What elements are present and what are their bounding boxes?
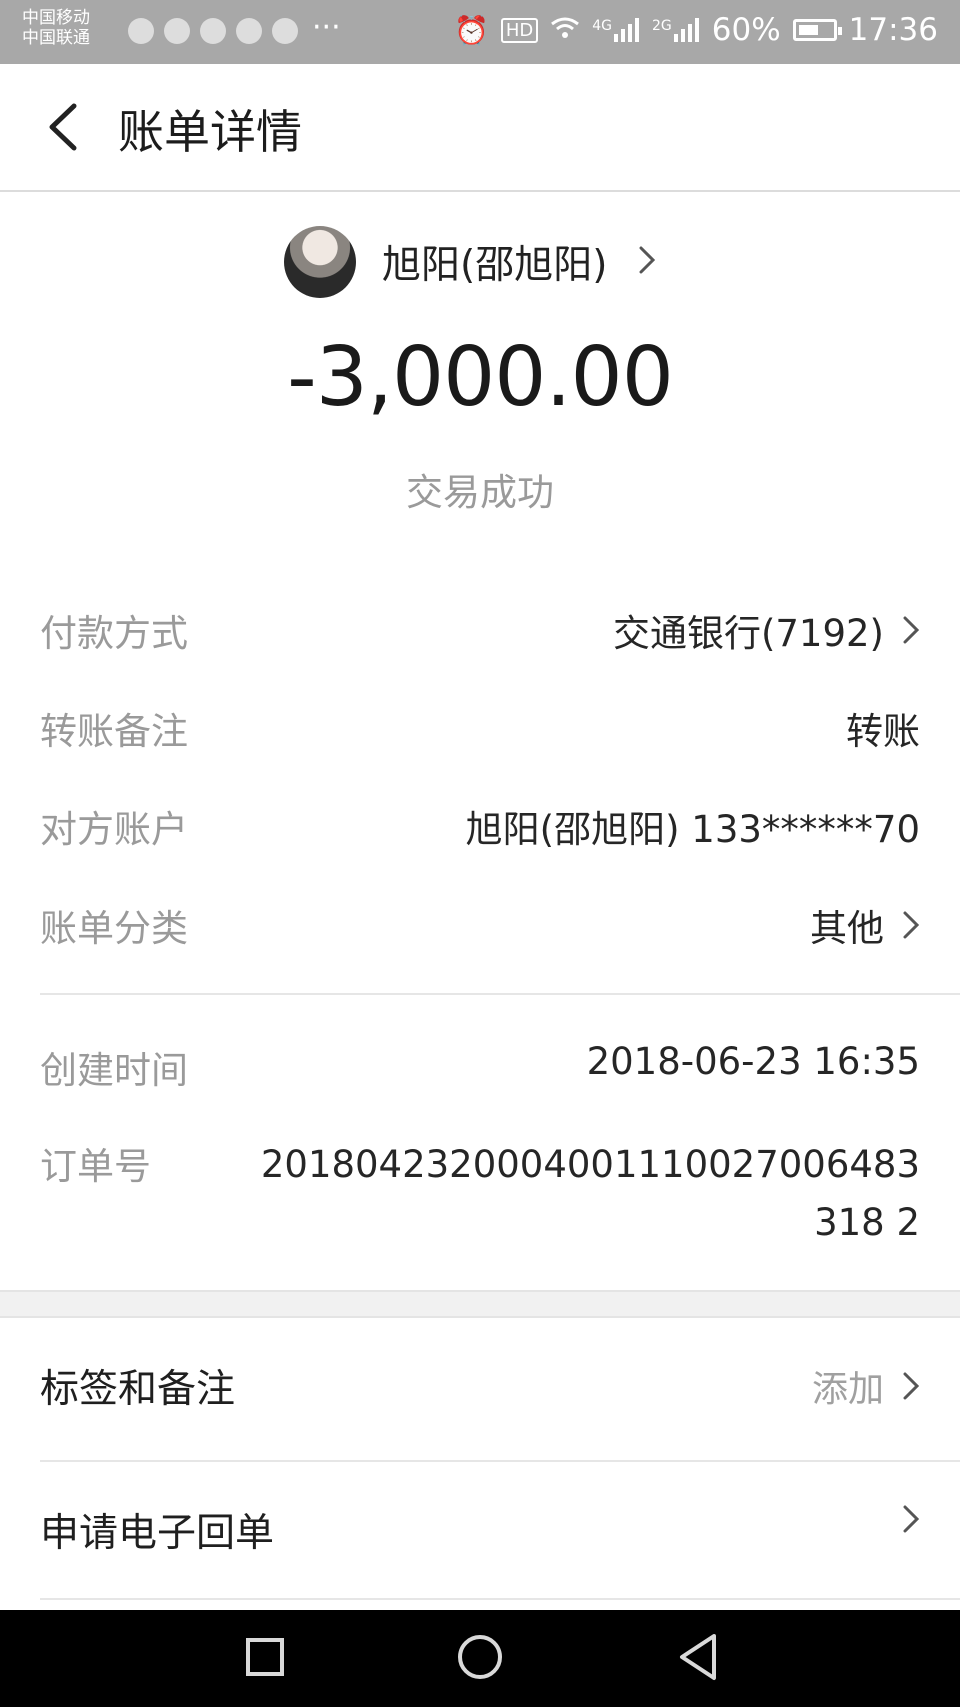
wifi-icon (550, 14, 580, 47)
detail-label: 创建时间 (40, 1049, 188, 1092)
app-header: 账单详情 (0, 64, 960, 192)
payment-method-value: 交通银行(7192) (612, 612, 884, 655)
status-bar: 中国移动 中国联通 ··· ⏰ HD 4G 2G 60% 17:36 (0, 0, 960, 64)
weather-icon (128, 18, 154, 44)
battery-icon (792, 19, 842, 41)
chevron-right-icon (903, 616, 920, 644)
carrier-1: 中国移动 (22, 8, 90, 28)
detail-value: 旭阳(邵旭阳) 133******70 (465, 808, 920, 851)
battery-fill (798, 25, 818, 35)
divider (40, 1598, 960, 1600)
detail-label: 转账备注 (40, 710, 188, 753)
menu-label: 标签和备注 (40, 1367, 236, 1412)
order-number-value: 2018042320004001110027006483318 2 (260, 1143, 920, 1244)
menu-value: 添加 (812, 1360, 920, 1412)
detail-value: 交通银行(7192) (613, 603, 920, 657)
transaction-status: 交易成功 (406, 471, 554, 514)
chevron-right-icon (903, 1372, 920, 1400)
back-button[interactable] (42, 102, 86, 152)
network-type-2: 2G (651, 18, 672, 34)
electronic-receipt-row[interactable]: 申请电子回单 (40, 1492, 920, 1572)
payee-section: 旭阳(邵旭阳) (0, 226, 960, 298)
detail-label: 账单分类 (40, 907, 188, 950)
payee-name: 旭阳(邵旭阳) (382, 243, 608, 288)
signal-icon-2: 2G (652, 18, 700, 42)
transaction-amount: -3,000.00 (287, 330, 674, 425)
category-value: 其他 (810, 907, 884, 950)
detail-value: 其他 (810, 898, 920, 952)
tags-and-notes-row[interactable]: 标签和备注 添加 (40, 1348, 920, 1428)
chevron-right-icon (903, 911, 920, 939)
hd-icon: HD (500, 17, 539, 43)
menu-value (902, 1504, 920, 1534)
photo-icon (272, 18, 298, 44)
payee-link[interactable]: 旭阳(邵旭阳) (284, 226, 657, 298)
detail-row-transfer-note: 转账备注 转账 (40, 701, 920, 761)
back-arrow-icon (49, 103, 77, 151)
detail-row-counterparty: 对方账户 旭阳(邵旭阳) 133******70 (40, 799, 920, 859)
divider (40, 993, 960, 995)
avatar (284, 226, 356, 298)
menu-label: 申请电子回单 (40, 1511, 275, 1556)
system-status: ⏰ HD 4G 2G 60% 17:36 (454, 12, 938, 48)
chevron-right-icon (903, 1505, 920, 1533)
recent-apps-button[interactable] (246, 1638, 284, 1676)
detail-value: 2018-06-23 16:35 (586, 1040, 920, 1083)
detail-row-category[interactable]: 账单分类 其他 (40, 898, 920, 958)
battery-percent: 60% (711, 12, 781, 48)
detail-row-payment-method[interactable]: 付款方式 交通银行(7192) (40, 603, 920, 663)
app-icon (236, 18, 262, 44)
more-notifications-icon: ··· (312, 10, 341, 45)
page-title: 账单详情 (118, 105, 302, 159)
network-type-1: 4G (592, 18, 612, 34)
detail-label: 订单号 (40, 1145, 151, 1188)
signal-icon: 4G (592, 18, 640, 42)
carrier-2: 中国联通 (22, 28, 90, 48)
browser-icon (164, 18, 190, 44)
section-gap (0, 1290, 960, 1318)
notification-icons (128, 18, 298, 44)
navigation-bar (0, 1610, 960, 1707)
chat-icon (200, 18, 226, 44)
detail-label: 付款方式 (40, 612, 188, 655)
detail-row-created-time: 创建时间 2018-06-23 16:35 (40, 1040, 920, 1100)
detail-value: 转账 (846, 710, 920, 753)
divider (40, 1460, 960, 1462)
triangle-back-icon (680, 1634, 716, 1680)
carrier-info: 中国移动 中国联通 (22, 8, 90, 48)
chevron-right-icon (637, 244, 657, 280)
home-button[interactable] (458, 1635, 502, 1679)
detail-label: 对方账户 (40, 808, 188, 851)
clock: 17:36 (848, 12, 938, 48)
detail-row-order-number: 订单号 2018042320004001110027006483318 2 (40, 1136, 920, 1256)
alarm-icon: ⏰ (453, 13, 489, 47)
add-label: 添加 (811, 1369, 884, 1410)
